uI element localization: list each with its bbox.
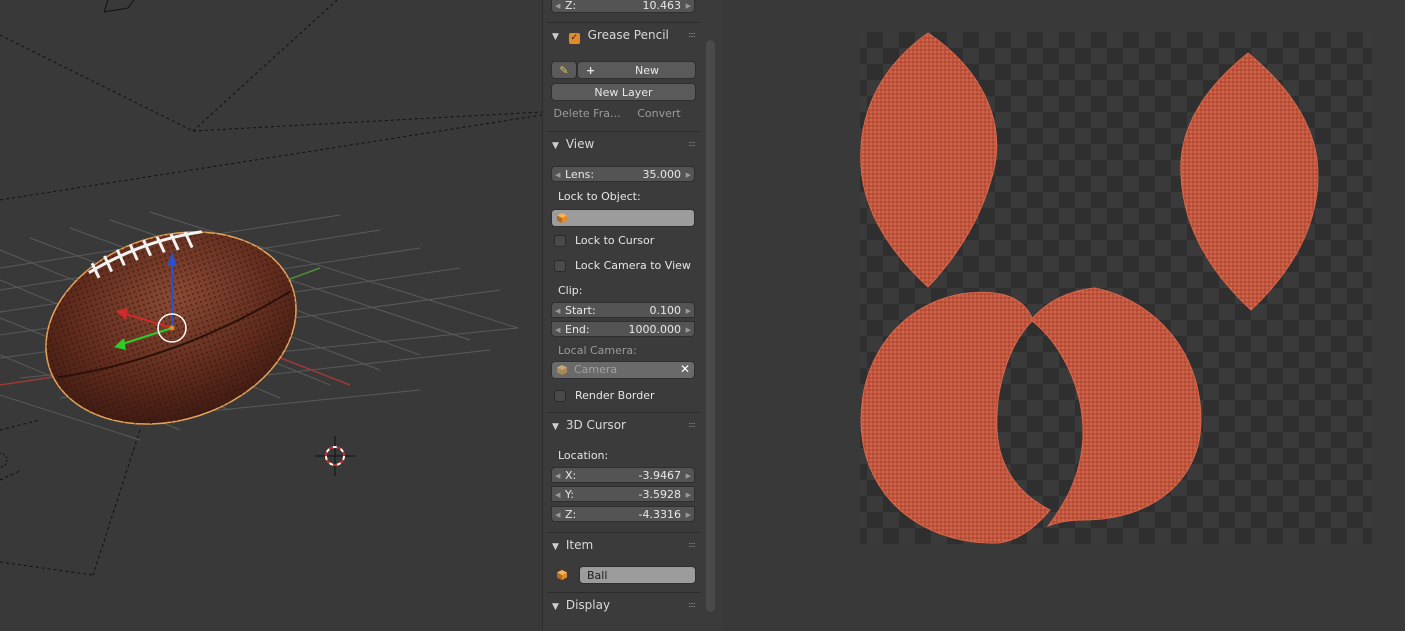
cube-icon: [557, 213, 567, 223]
3d-viewport[interactable]: [0, 0, 542, 631]
lock-to-object-label: Lock to Object:: [558, 190, 641, 203]
cursor-z-field[interactable]: ◀ Z: -4.3316 ▶: [551, 506, 695, 522]
new-layer-button[interactable]: New Layer: [551, 83, 696, 101]
cube-icon: [557, 365, 567, 375]
clip-end-field[interactable]: ◀ End: 1000.000 ▶: [551, 321, 695, 337]
uv-canvas: [860, 32, 1372, 544]
uv-image-editor[interactable]: [723, 0, 1405, 631]
lock-camera-to-view-label: Lock Camera to View: [575, 259, 691, 272]
separator: [547, 412, 700, 413]
item-header[interactable]: ▼ Item ::::: [547, 535, 700, 555]
clip-start-field[interactable]: ◀ Start: 0.100 ▶: [551, 302, 695, 318]
increment-arrow-icon[interactable]: ▶: [686, 0, 691, 14]
convert-button[interactable]: Convert: [623, 105, 695, 123]
lock-camera-to-view-checkbox[interactable]: [554, 260, 566, 272]
local-camera-value: Camera: [574, 363, 618, 376]
decrement-arrow-icon[interactable]: ◀: [555, 303, 560, 319]
increment-arrow-icon[interactable]: ▶: [686, 507, 691, 523]
decrement-arrow-icon[interactable]: ◀: [555, 507, 560, 523]
delete-frame-button[interactable]: Delete Fra...: [551, 105, 623, 123]
pencil-datablock-button[interactable]: ✎: [551, 61, 577, 79]
separator: [547, 131, 700, 132]
local-camera-field[interactable]: Camera ✕: [551, 361, 695, 379]
grip-dots-icon[interactable]: ::::: [688, 535, 696, 555]
3d-cursor-title: 3D Cursor: [565, 418, 626, 432]
clip-label: Clip:: [558, 284, 583, 297]
grip-dots-icon[interactable]: ::::: [688, 25, 696, 45]
decrement-arrow-icon[interactable]: ◀: [555, 0, 560, 14]
decrement-arrow-icon[interactable]: ◀: [555, 167, 560, 183]
grip-dots-icon[interactable]: ::::: [688, 134, 696, 154]
separator: [547, 592, 700, 593]
lock-to-cursor-label: Lock to Cursor: [575, 234, 655, 247]
triangle-down-icon[interactable]: ▼: [552, 537, 562, 557]
lock-to-cursor-checkbox[interactable]: [554, 235, 566, 247]
grease-pencil-header[interactable]: ▼ ✓ Grease Pencil ::::: [547, 25, 700, 45]
grip-dots-icon[interactable]: ::::: [688, 595, 696, 615]
local-camera-label: Local Camera:: [558, 344, 637, 357]
increment-arrow-icon[interactable]: ▶: [686, 303, 691, 319]
item-title: Item: [565, 538, 594, 552]
grip-dots-icon[interactable]: ::::: [688, 415, 696, 435]
cursor-y-field[interactable]: ◀ Y: -3.5928 ▶: [551, 486, 695, 502]
decrement-arrow-icon[interactable]: ◀: [555, 322, 560, 338]
triangle-down-icon[interactable]: ▼: [552, 417, 562, 437]
x-icon[interactable]: ✕: [680, 362, 690, 376]
grease-pencil-checkbox[interactable]: ✓: [568, 33, 580, 44]
camera-outline: [103, 0, 135, 13]
pencil-icon: ✎: [559, 64, 569, 77]
location-label: Location:: [558, 449, 609, 462]
grease-pencil-title: Grease Pencil: [587, 28, 669, 42]
object-name-field[interactable]: Ball: [579, 566, 696, 584]
lock-object-field[interactable]: [551, 209, 695, 227]
new-grease-pencil-button[interactable]: + New: [577, 61, 696, 79]
lens-field[interactable]: ◀ Lens: 35.000 ▶: [551, 166, 695, 182]
triangle-down-icon[interactable]: ▼: [552, 27, 562, 47]
increment-arrow-icon[interactable]: ▶: [686, 322, 691, 338]
view-title: View: [565, 137, 595, 151]
cube-icon: [557, 570, 567, 580]
display-title: Display: [565, 598, 611, 612]
plus-icon: +: [586, 64, 596, 77]
location-z-field-top[interactable]: ◀ Z: 10.463 ▶: [551, 0, 695, 13]
render-border-checkbox[interactable]: [554, 390, 566, 402]
decrement-arrow-icon[interactable]: ◀: [555, 487, 560, 503]
viewport-scene: [0, 0, 542, 576]
render-border-label: Render Border: [575, 389, 655, 402]
3d-cursor[interactable]: [315, 436, 355, 476]
separator: [547, 22, 700, 23]
increment-arrow-icon[interactable]: ▶: [686, 167, 691, 183]
view-header[interactable]: ▼ View ::::: [547, 134, 700, 154]
increment-arrow-icon[interactable]: ▶: [686, 487, 691, 503]
panel-scrollbar[interactable]: [706, 40, 715, 612]
3d-cursor-header[interactable]: ▼ 3D Cursor ::::: [547, 415, 700, 435]
display-header[interactable]: ▼ Display ::::: [547, 595, 700, 615]
decrement-arrow-icon[interactable]: ◀: [555, 468, 560, 484]
separator: [547, 532, 700, 533]
triangle-down-icon[interactable]: ▼: [552, 597, 562, 617]
triangle-down-icon[interactable]: ▼: [552, 136, 562, 156]
increment-arrow-icon[interactable]: ▶: [686, 468, 691, 484]
cursor-x-field[interactable]: ◀ X: -3.9467 ▶: [551, 467, 695, 483]
object-name-value: Ball: [587, 569, 608, 582]
